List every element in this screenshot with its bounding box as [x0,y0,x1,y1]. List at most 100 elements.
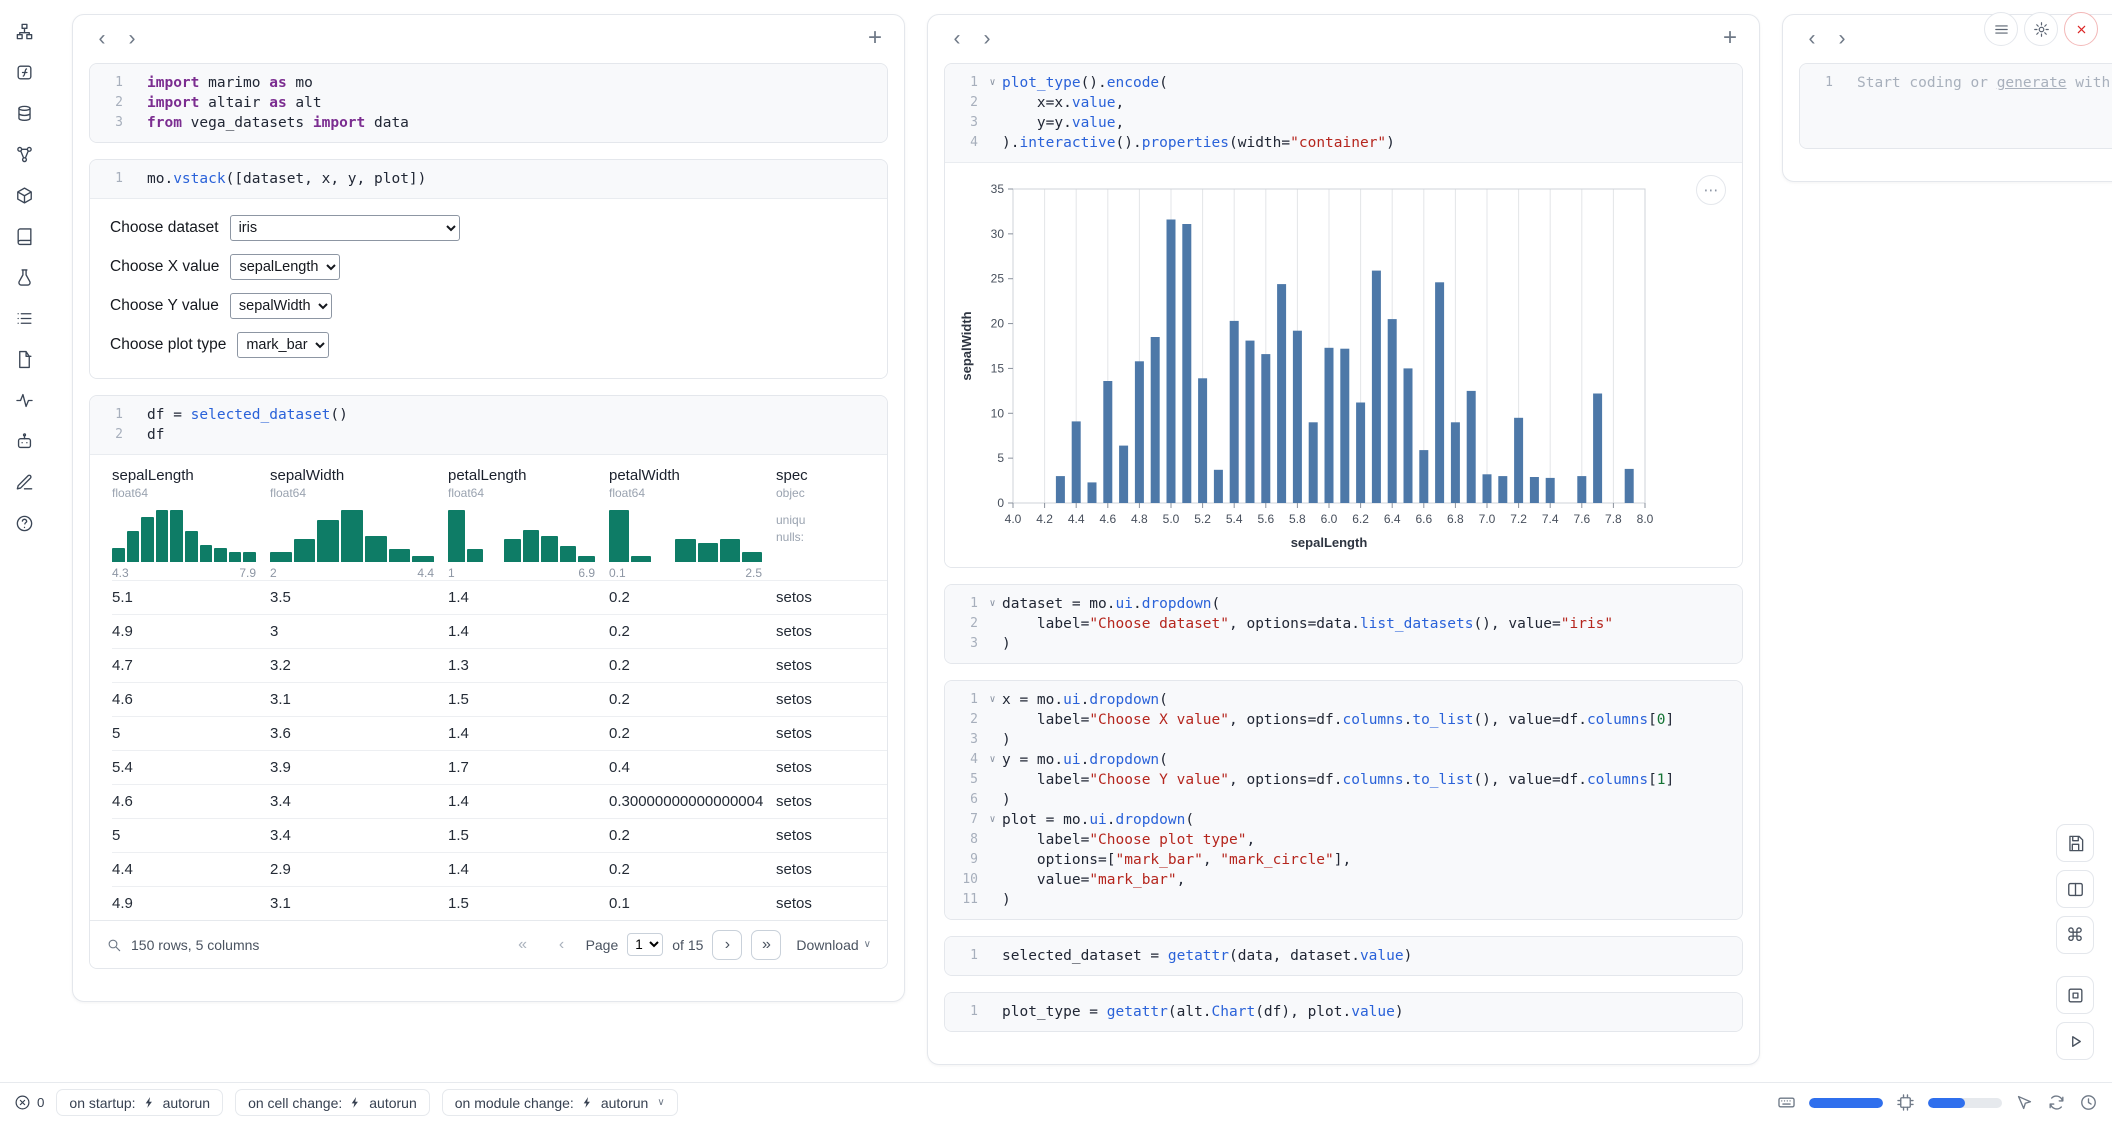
dropdown-row: Choose datasetiris [110,215,867,241]
tracing-icon[interactable] [7,383,41,417]
fold-chevron-icon[interactable]: ∨ [983,594,1002,614]
choose-x-value-select[interactable]: sepalLength [230,254,340,280]
runtime-config-on-startup[interactable]: on startup:autorun [56,1089,223,1116]
fold-chevron-icon[interactable]: ∨ [983,750,1002,770]
bar-chart[interactable]: 051015202530354.04.24.44.64.85.05.25.45.… [955,175,1663,559]
help-icon[interactable] [7,506,41,540]
scratchpad-icon[interactable] [7,465,41,499]
column-name: sepalLength [112,467,256,484]
errors-indicator[interactable]: 0 [14,1094,44,1111]
table-cell: 3.4 [270,793,448,810]
code-editor[interactable]: 1mo.vstack([dataset, x, y, plot]) [90,160,887,199]
packages-icon[interactable] [7,178,41,212]
svg-text:0: 0 [997,496,1004,510]
generate-with-ai-link[interactable]: generate [1997,75,2067,91]
code-editor[interactable]: 1∨dataset = mo.ui.dropdown(2 label="Choo… [945,585,1742,663]
line-number: 3 [90,113,128,133]
code-line: 1df = selected_dataset() [90,405,887,425]
choose-plot-type-select[interactable]: mark_bar [237,332,329,358]
column-name: spec [776,467,887,484]
line-number: 8 [945,830,983,850]
first-page-button[interactable]: « [508,930,538,960]
line-number: 1 [90,405,128,425]
column-move-right-button[interactable]: › [117,23,147,53]
column-move-left-button[interactable]: ‹ [87,23,117,53]
code-editor[interactable]: 1selected_dataset = getattr(data, datase… [945,937,1742,975]
runtime-config-on-module-change[interactable]: on module change:autorun∨ [442,1089,678,1116]
fold-chevron-icon[interactable]: ∨ [983,73,1002,93]
app-view-button[interactable] [2056,976,2094,1014]
page-label: Page [586,937,619,953]
outline-icon[interactable] [7,301,41,335]
table-cell: 0.2 [609,657,776,674]
table-cell: 1.4 [448,861,609,878]
svg-text:6.8: 6.8 [1447,512,1464,526]
column-move-right-button[interactable]: › [972,23,1002,53]
settings-button[interactable] [2024,12,2058,46]
code-editor[interactable]: 1import marimo as mo2import altair as al… [90,64,887,142]
next-page-button[interactable]: › [712,930,742,960]
save-button[interactable] [2056,824,2094,862]
shutdown-button[interactable] [2064,12,2098,46]
column-min-max: 4.37.9 [112,566,256,580]
run-all-button[interactable] [2056,1022,2094,1060]
svg-text:6.2: 6.2 [1352,512,1369,526]
add-cell-button[interactable]: + [1715,23,1745,53]
column-header: ‹› + [928,15,1759,61]
code-editor[interactable]: 1∨x = mo.ui.dropdown(2 label="Choose X v… [945,681,1742,919]
column-move-left-button[interactable]: ‹ [942,23,972,53]
documentation-icon[interactable] [7,219,41,253]
file-explorer-icon[interactable] [7,14,41,48]
table-row-count: 150 rows, 5 columns [131,937,259,953]
history-button[interactable] [2079,1093,2098,1112]
add-cell-button[interactable]: + [860,23,890,53]
code-editor[interactable]: 1plot_type = getattr(alt.Chart(df), plot… [945,993,1742,1031]
zap-icon [581,1096,594,1109]
previous-page-button[interactable]: ‹ [547,930,577,960]
choose-y-value-select[interactable]: sepalWidth [230,293,332,319]
page-select[interactable]: 1 [627,933,663,956]
fold-gutter [983,870,1002,890]
dependency-graph-icon[interactable] [7,137,41,171]
logs-icon[interactable] [7,342,41,376]
last-page-button[interactable]: » [751,930,781,960]
column-move-left-button[interactable]: ‹ [1797,23,1827,53]
chart-actions-button[interactable]: ⋯ [1696,175,1726,205]
svg-text:7.6: 7.6 [1573,512,1590,526]
table-row: 4.73.21.30.2setos [112,648,887,682]
fold-gutter [128,73,147,93]
fold-gutter [983,790,1002,810]
fold-chevron-icon[interactable]: ∨ [983,810,1002,830]
line-number: 10 [945,870,983,890]
table-search-button[interactable] [106,937,122,953]
runtime-config-on-cell-change[interactable]: on cell change:autorun [235,1089,430,1116]
cursor-button[interactable] [2015,1093,2034,1112]
column-dtype: float64 [609,486,762,500]
code-editor[interactable]: 1df = selected_dataset()2df [90,396,887,455]
fold-chevron-icon[interactable]: ∨ [983,690,1002,710]
svg-text:5.6: 5.6 [1257,512,1274,526]
layout-select-button[interactable] [2056,870,2094,908]
data-sources-icon[interactable] [7,96,41,130]
code-line: 3) [945,730,1742,750]
svg-text:35: 35 [991,182,1005,196]
snippets-icon[interactable] [7,260,41,294]
variables-icon[interactable] [7,55,41,89]
column-move-right-button[interactable]: › [1827,23,1857,53]
choose-dataset-select[interactable]: iris [230,215,460,241]
fold-gutter [983,93,1002,113]
download-button[interactable]: Download∨ [796,937,871,953]
ai-chat-icon[interactable] [7,424,41,458]
code-line: 7∨plot = mo.ui.dropdown( [945,810,1742,830]
empty-code-editor[interactable]: 1Start coding or generate with AI [1800,64,2112,148]
sync-button[interactable] [2047,1093,2066,1112]
notebook-menu-button[interactable] [1984,12,2018,46]
table-cell: 3 [270,623,448,640]
fold-gutter [128,169,147,189]
keyboard-shortcuts-button[interactable]: ⌘ [2056,916,2094,954]
keyboard-shortcuts-icon[interactable] [1777,1093,1796,1112]
fold-gutter [983,1002,1002,1022]
code-editor[interactable]: 1∨plot_type().encode(2 x=x.value,3 y=y.v… [945,64,1742,163]
table-cell: setos [776,827,887,844]
table-cell: setos [776,895,887,912]
